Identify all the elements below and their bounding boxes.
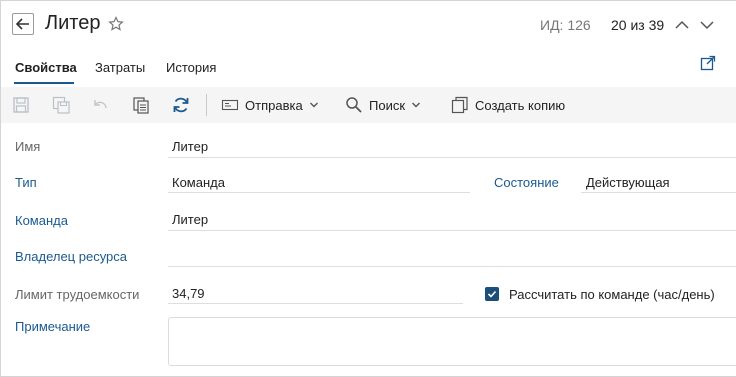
create-copy-button[interactable]: Создать копию xyxy=(451,96,565,114)
type-label-link[interactable]: Тип xyxy=(15,175,37,190)
send-label: Отправка xyxy=(245,97,303,113)
undo-icon[interactable] xyxy=(91,96,109,114)
calc-by-team-checkbox[interactable] xyxy=(485,287,499,301)
star-icon[interactable] xyxy=(108,16,124,32)
send-icon xyxy=(221,99,239,111)
page-title: Литер xyxy=(45,12,101,34)
name-field-underline xyxy=(168,157,736,158)
refresh-icon[interactable] xyxy=(172,96,190,114)
team-label-link[interactable]: Команда xyxy=(15,213,68,228)
open-in-new-window-icon[interactable] xyxy=(700,55,716,71)
team-field-underline xyxy=(168,230,736,231)
labor-limit-field-underline xyxy=(168,303,463,304)
save-and-close-icon[interactable] xyxy=(52,96,70,114)
chevron-down-icon xyxy=(309,102,318,108)
tab-costs[interactable]: Затраты xyxy=(95,60,145,75)
tab-history[interactable]: История xyxy=(166,60,216,75)
tab-properties[interactable]: Свойства xyxy=(15,60,77,75)
record-pager: 20 из 39 xyxy=(611,17,665,33)
back-button[interactable] xyxy=(12,13,34,35)
duplicate-icon xyxy=(451,96,468,114)
chevron-down-icon[interactable] xyxy=(699,17,715,33)
labor-limit-label: Лимит трудоемкости xyxy=(15,287,140,302)
search-icon xyxy=(346,97,362,113)
calc-by-team-label[interactable]: Рассчитать по команде (час/день) xyxy=(509,287,715,302)
note-label-link[interactable]: Примечание xyxy=(15,319,90,334)
search-label: Поиск xyxy=(369,97,406,113)
state-field-underline xyxy=(581,192,736,193)
type-field-underline xyxy=(168,192,470,193)
copy-icon[interactable] xyxy=(132,96,150,114)
name-label: Имя xyxy=(15,139,41,154)
record-id: ИД: 126 xyxy=(540,17,591,33)
chevron-up-icon[interactable] xyxy=(674,17,690,33)
resource-owner-label-link[interactable]: Владелец ресурса xyxy=(15,249,127,264)
search-dropdown-button[interactable]: Поиск xyxy=(345,96,421,114)
labor-limit-field[interactable]: 34,79 xyxy=(172,286,205,301)
toolbar-separator xyxy=(206,94,207,116)
state-field[interactable]: Действующая xyxy=(586,175,670,190)
arrow-left-icon xyxy=(16,18,29,30)
active-tab-indicator xyxy=(14,82,74,84)
resource-owner-field-underline xyxy=(168,266,736,267)
chevron-down-icon xyxy=(412,102,421,108)
note-textarea[interactable] xyxy=(168,317,736,366)
name-field[interactable]: Литер xyxy=(172,139,208,154)
type-field[interactable]: Команда xyxy=(172,175,225,190)
save-icon[interactable] xyxy=(12,96,30,114)
state-label-link[interactable]: Состояние xyxy=(494,175,559,190)
check-icon xyxy=(487,290,497,298)
create-copy-label: Создать копию xyxy=(475,97,566,113)
team-field[interactable]: Литер xyxy=(172,212,208,227)
send-dropdown-button[interactable]: Отправка xyxy=(221,96,319,114)
